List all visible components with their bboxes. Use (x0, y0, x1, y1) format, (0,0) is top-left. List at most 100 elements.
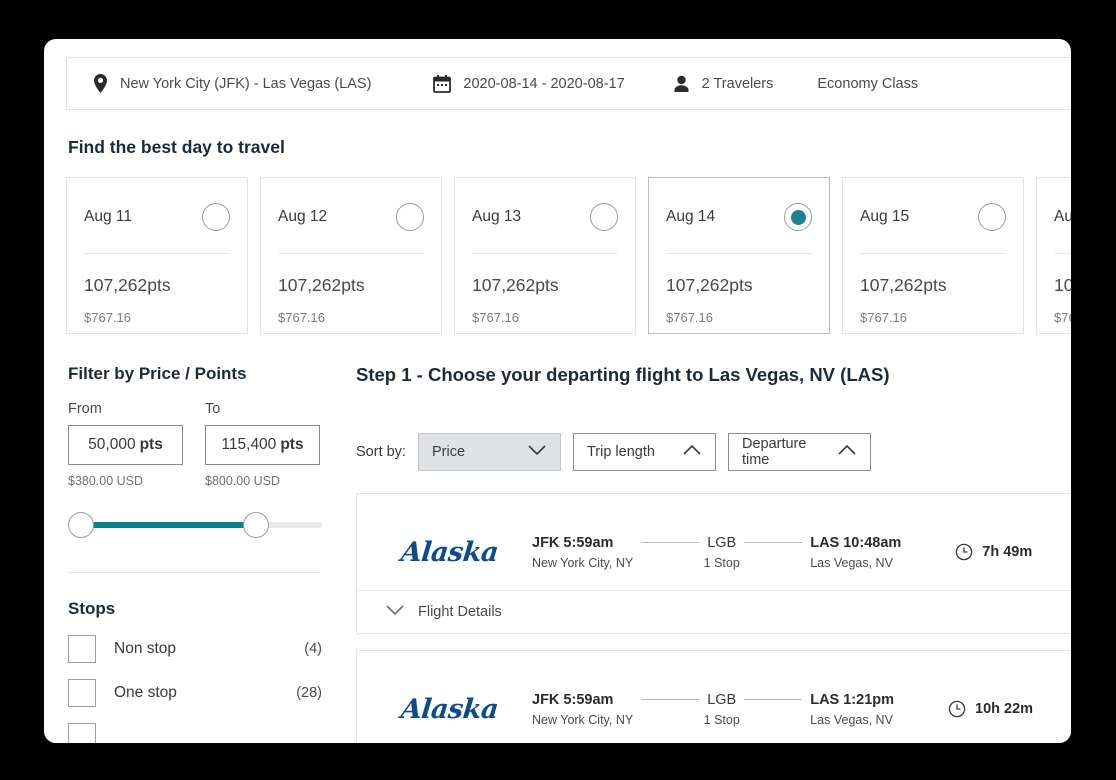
date-card[interactable]: Aug 16 107,262pts $767.16 (1036, 177, 1071, 334)
date-card-radio[interactable] (590, 203, 618, 231)
date-card[interactable]: Aug 15 107,262pts $767.16 (842, 177, 1024, 334)
departure-city: New York City, NY (532, 712, 634, 727)
date-card-date: Aug 13 (472, 208, 522, 225)
connection-line-right (744, 699, 803, 700)
lower-section: Filter by Price / Points From 50,000 pts … (66, 364, 1071, 743)
date-card-radio[interactable] (202, 203, 230, 231)
calendar-icon (433, 74, 452, 93)
date-card-price: $767.16 (278, 310, 325, 325)
date-card-date: Aug 16 (1054, 208, 1071, 225)
stop-label: One stop (114, 684, 177, 701)
date-card-price: $767.16 (666, 310, 713, 325)
range-from-usd: $380.00 USD (68, 474, 144, 488)
map-pin-icon (93, 74, 108, 93)
date-card-radio[interactable] (784, 203, 812, 231)
airline-logo: Alaska (357, 694, 532, 725)
arrival-city: Las Vegas, NV (810, 555, 893, 570)
arrival-info: LAS 10:48am Las Vegas, NV (810, 535, 901, 570)
sort-trip-length-label: Trip length (586, 444, 655, 460)
search-dates[interactable]: 2020-08-14 - 2020-08-17 (433, 74, 625, 93)
search-route-text: New York City (JFK) - Las Vegas (LAS) (120, 75, 372, 92)
range-from-label: From (68, 401, 102, 417)
range-to-input[interactable]: 115,400 pts (205, 425, 320, 465)
flight-duration-text: 10h 22m (975, 701, 1034, 717)
stop-checkbox[interactable] (68, 723, 96, 743)
connection-line-right (744, 542, 803, 543)
stop-filter-row[interactable] (68, 723, 322, 743)
date-card-points: 107,262pts (1054, 275, 1071, 295)
best-day-heading: Find the best day to travel (68, 137, 285, 157)
date-card-header: Aug 13 (472, 195, 618, 239)
chevron-up-icon (682, 444, 702, 460)
sort-price-button[interactable]: Price (417, 433, 561, 471)
date-card-header: Aug 11 (84, 195, 230, 239)
radio-dot-icon (790, 209, 806, 225)
flight-details-label: Flight Details (418, 604, 502, 620)
date-card-date: Aug 15 (860, 208, 910, 225)
stop-count: (28) (296, 685, 322, 701)
date-card-points: 107,262pts (84, 275, 171, 295)
date-card-radio[interactable] (396, 203, 424, 231)
price-range-slider[interactable] (68, 512, 322, 538)
slider-handle-min[interactable] (68, 512, 94, 538)
airline-logo: Alaska (357, 537, 532, 568)
departure-city: New York City, NY (532, 555, 634, 570)
date-card-date: Aug 11 (84, 208, 132, 225)
date-card[interactable]: Aug 14 107,262pts $767.16 (648, 177, 830, 334)
stop-checkbox[interactable] (68, 679, 96, 707)
search-summary-bar[interactable]: New York City (JFK) - Las Vegas (LAS) 20… (66, 57, 1071, 110)
date-card-date: Aug 14 (666, 208, 716, 225)
sort-trip-length-button[interactable]: Trip length (572, 433, 716, 471)
date-card[interactable]: Aug 12 107,262pts $767.16 (260, 177, 442, 334)
flight-summary: Alaska JFK 5:59am New York City, NY LGB 1 St… (357, 651, 1071, 743)
filter-sidebar: Filter by Price / Points From 50,000 pts … (66, 364, 322, 743)
stop-count-text: 1 Stop (703, 555, 740, 570)
results-column: Step 1 - Choose your departing flight to… (356, 364, 1071, 743)
date-card-header: Aug 15 (860, 195, 1006, 239)
chevron-down-icon (385, 603, 405, 621)
stops-title: Stops (68, 599, 116, 618)
flight-itinerary: JFK 5:59am New York City, NY LGB 1 Stop LAS … (532, 692, 894, 727)
sort-departure-time-button[interactable]: Departure time (727, 433, 871, 471)
search-cabin-class[interactable]: Economy Class (817, 76, 918, 92)
connection-code: LGB (707, 691, 737, 708)
flight-itinerary: JFK 5:59am New York City, NY LGB 1 Stop LAS … (532, 535, 901, 570)
search-travelers[interactable]: 2 Travelers (673, 75, 774, 93)
range-to-label: To (205, 401, 221, 417)
flight-duration: 10h 22m (948, 700, 1033, 718)
date-card-points: 107,262pts (278, 275, 365, 295)
range-to-unit: pts (280, 436, 304, 453)
slider-handle-max[interactable] (243, 512, 269, 538)
date-card-radio[interactable] (978, 203, 1006, 231)
date-card-points: 107,262pts (666, 275, 753, 295)
date-card[interactable]: Aug 11 107,262pts $767.16 (66, 177, 248, 334)
search-route[interactable]: New York City (JFK) - Las Vegas (LAS) (93, 74, 371, 93)
stop-filter-row[interactable]: Non stop (4) (68, 635, 322, 663)
stop-filter-row[interactable]: One stop (28) (68, 679, 322, 707)
arrival-city: Las Vegas, NV (810, 712, 893, 727)
date-card-price: $767.16 (472, 310, 519, 325)
date-card-divider (1054, 253, 1071, 254)
chevron-up-icon (837, 444, 857, 460)
date-card-row: Aug 11 107,262pts $767.16 Aug 12 107,262pts $… (66, 177, 1071, 334)
date-card-header: Aug 12 (278, 195, 424, 239)
flight-duration-text: 7h 49m (982, 544, 1033, 560)
flight-card[interactable]: Alaska JFK 5:59am New York City, NY LGB 1 St… (356, 493, 1071, 634)
flight-results-list: Alaska JFK 5:59am New York City, NY LGB 1 St… (356, 493, 1071, 743)
date-card[interactable]: Aug 13 107,262pts $767.16 (454, 177, 636, 334)
connection-line-left (641, 699, 700, 700)
clock-icon (948, 700, 966, 718)
flight-card[interactable]: Alaska JFK 5:59am New York City, NY LGB 1 St… (356, 650, 1071, 743)
person-icon (673, 75, 690, 93)
sort-departure-time-label: Departure time (741, 436, 807, 468)
range-from-input[interactable]: 50,000 pts (68, 425, 183, 465)
alaska-wordmark: Alaska (399, 536, 500, 568)
date-card-divider (278, 253, 424, 254)
flight-duration: 7h 49m (955, 543, 1032, 561)
connection-row: LGB (633, 535, 810, 551)
stop-checkbox[interactable] (68, 635, 96, 663)
search-travelers-text: 2 Travelers (701, 75, 774, 92)
departure-time: JFK 5:59am (532, 691, 614, 708)
stops-filter-list: Non stop (4) One stop (28) (68, 635, 322, 743)
flight-details-toggle[interactable]: Flight Details (357, 590, 1071, 633)
